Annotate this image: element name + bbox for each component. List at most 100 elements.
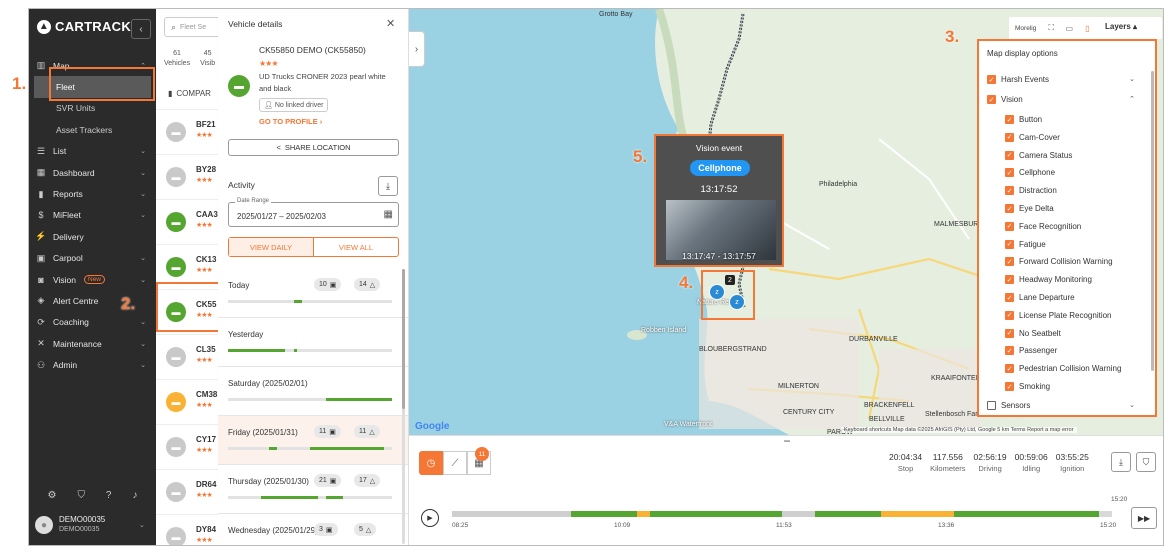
download-button[interactable]: ⤓ bbox=[378, 176, 398, 196]
sidebar-item-mifleet[interactable]: $ MiFleet ⌄ bbox=[29, 205, 156, 226]
day-row-yesterday[interactable]: Yesterday bbox=[218, 318, 408, 367]
layer-option[interactable]: Sensors bbox=[987, 401, 1030, 410]
layer-option[interactable]: ✓ Camera Status bbox=[1005, 150, 1072, 160]
layer-option[interactable]: ✓ Distraction bbox=[1005, 186, 1057, 196]
compare-button[interactable]: ▮ COMPAR bbox=[168, 89, 211, 98]
layer-option[interactable]: ✓ Cam-Cover bbox=[1005, 132, 1060, 142]
layer-option[interactable]: ✓ Button bbox=[1005, 115, 1042, 124]
checkbox[interactable]: ✓ bbox=[1005, 328, 1014, 338]
sidebar-item-coaching[interactable]: ⟳ Coaching ⌄ bbox=[29, 312, 156, 333]
checkbox[interactable]: ✓ bbox=[1005, 310, 1014, 320]
day-row-friday-2025-01-31[interactable]: Friday (2025/01/31) 11 ▣ 11 △ bbox=[218, 416, 408, 465]
sidebar-item-carpool[interactable]: ▣ Carpool ⌄ bbox=[29, 248, 156, 269]
layer-option[interactable]: ✓ Lane Departure bbox=[1005, 293, 1075, 302]
go-to-profile-link[interactable]: GO TO PROFILE › bbox=[259, 117, 322, 126]
sidebar-item-dashboard[interactable]: ▦ Dashboard ⌄ bbox=[29, 162, 156, 183]
sidebar-item-asset-trackers[interactable]: Asset Trackers bbox=[29, 119, 156, 140]
layer-option[interactable]: ✓ Smoking bbox=[1005, 382, 1050, 391]
sidebar-item-admin[interactable]: ⚇ Admin ⌄ bbox=[29, 354, 156, 375]
checkbox[interactable]: ✓ bbox=[1005, 293, 1014, 302]
day-row-saturday-2025-02-01[interactable]: Saturday (2025/02/01) bbox=[218, 367, 408, 416]
checkbox[interactable]: ✓ bbox=[1005, 132, 1014, 142]
checkbox[interactable]: ✓ bbox=[987, 95, 996, 104]
timeline-download-button[interactable]: ⤓ bbox=[1111, 452, 1131, 472]
sidebar-item-vision[interactable]: ◙ Vision New ⌄ bbox=[29, 269, 156, 290]
map-attribution[interactable]: Keyboard shortcuts Map data ©2025 AfriGI… bbox=[841, 427, 1077, 433]
settings-icon[interactable]: ⚙ bbox=[47, 490, 56, 501]
resize-handle[interactable]: ▬ bbox=[782, 438, 792, 444]
bell-icon[interactable]: ♪ bbox=[132, 490, 137, 501]
checkbox[interactable] bbox=[987, 401, 996, 410]
checkbox[interactable]: ✓ bbox=[1005, 257, 1014, 267]
sidebar-item-delivery[interactable]: ⚡ Delivery bbox=[29, 226, 156, 247]
play-button[interactable]: ▶ bbox=[421, 509, 439, 527]
layer-option[interactable]: ✓ Eye Delta bbox=[1005, 204, 1054, 213]
vehicle-row[interactable]: ▬ CAA3 ★★★ bbox=[156, 199, 221, 244]
driver-chip[interactable]: 👤︎ No linked driver bbox=[259, 98, 329, 112]
share-location-button[interactable]: < SHARE LOCATION bbox=[228, 139, 399, 156]
vehicle-row[interactable]: ▬ CM38 ★★★ bbox=[156, 379, 221, 424]
tab-view-all[interactable]: VIEW ALL bbox=[314, 238, 398, 256]
vehicle-row[interactable]: ▬ BY28 ★★★ bbox=[156, 154, 221, 199]
map-canvas[interactable]: › Grotto Bay Philadelphia MALMESBURY FARMS… bbox=[409, 9, 1163, 435]
checkbox[interactable]: ✓ bbox=[1005, 239, 1014, 249]
checkbox[interactable]: ✓ bbox=[1005, 221, 1014, 231]
sidebar-item-alert-centre[interactable]: ◈ Alert Centre bbox=[29, 290, 156, 311]
event-cluster-highlight[interactable]: z z 2 bbox=[701, 270, 755, 320]
layer-option[interactable]: ✓ Face Recognition bbox=[1005, 221, 1081, 231]
checkbox[interactable]: ✓ bbox=[987, 75, 996, 84]
vehicle-row[interactable]: ▬ CY17 ★★★ bbox=[156, 424, 221, 469]
sidebar-item-reports[interactable]: ▮ Reports ⌄ bbox=[29, 183, 156, 204]
checkbox[interactable]: ✓ bbox=[1005, 275, 1014, 285]
fullscreen-icon[interactable]: ⛶ bbox=[1042, 23, 1060, 33]
fast-forward-button[interactable]: ▶▶ bbox=[1131, 507, 1157, 529]
sidebar-item-list[interactable]: ☰ List ⌄ bbox=[29, 141, 156, 162]
layers-toggle[interactable]: Layers ▴ bbox=[1105, 22, 1137, 31]
checkbox[interactable]: ✓ bbox=[1005, 346, 1014, 356]
checkbox[interactable]: ✓ bbox=[1005, 364, 1014, 374]
checkbox[interactable]: ✓ bbox=[1005, 115, 1014, 124]
checkbox[interactable]: ✓ bbox=[1005, 382, 1014, 391]
window-icon[interactable]: ▭ bbox=[1060, 24, 1078, 33]
layer-option[interactable]: ✓ License Plate Recognition bbox=[1005, 310, 1112, 320]
timeline-track[interactable] bbox=[452, 511, 1112, 517]
sleep-event-icon[interactable]: z bbox=[729, 294, 745, 310]
collapse-sidebar-button[interactable]: ‹ bbox=[131, 19, 151, 39]
user-menu[interactable]: ● DEMO00035 DEMO00035 ⌄ bbox=[35, 515, 145, 535]
checkbox[interactable]: ✓ bbox=[1005, 150, 1014, 160]
chevron-icon[interactable]: ⌃ bbox=[1129, 95, 1135, 103]
shield-icon[interactable]: ⛉ bbox=[77, 490, 85, 501]
vehicle-row[interactable]: ▬ DY84 ★★★ bbox=[156, 514, 221, 545]
layer-option[interactable]: ✓ Cellphone bbox=[1005, 168, 1055, 178]
layer-option[interactable]: ✓ Forward Collision Warning bbox=[1005, 257, 1113, 267]
vision-event-popup[interactable]: Vision event Cellphone 13:17:52 13:17:47… bbox=[654, 134, 784, 267]
help-icon[interactable]: ? bbox=[106, 490, 112, 501]
day-row-thursday-2025-01-30[interactable]: Thursday (2025/01/30) 21 ▣ 17 △ bbox=[218, 465, 408, 514]
checkbox[interactable]: ✓ bbox=[1005, 168, 1014, 178]
scrollbar-thumb[interactable] bbox=[402, 269, 405, 409]
close-icon[interactable]: ✕ bbox=[386, 17, 395, 30]
day-row-today[interactable]: Today 10 ▣ 14 △ bbox=[218, 269, 408, 318]
layer-option[interactable]: ✓ Passenger bbox=[1005, 346, 1057, 356]
chevron-icon[interactable]: ⌄ bbox=[1129, 401, 1135, 409]
layer-option[interactable]: ✓ Harsh Events bbox=[987, 75, 1049, 84]
layer-option[interactable]: ✓ Fatigue bbox=[1005, 239, 1046, 249]
tab-view-daily[interactable]: VIEW DAILY bbox=[229, 238, 314, 256]
vehicle-row[interactable]: ▬ DR64 ★★★ bbox=[156, 469, 221, 514]
checkbox[interactable]: ✓ bbox=[1005, 204, 1014, 213]
map-type-toggle[interactable]: Morelig bbox=[1009, 25, 1042, 32]
expand-panel-button[interactable]: › bbox=[409, 31, 425, 67]
layer-option[interactable]: ✓ Pedestrian Collision Warning bbox=[1005, 364, 1121, 374]
date-range-field[interactable]: Date Range 2025/01/27 – 2025/02/03 ▦ bbox=[228, 198, 399, 227]
checkbox[interactable]: ✓ bbox=[1005, 186, 1014, 196]
chevron-icon[interactable]: ⌄ bbox=[1129, 75, 1135, 83]
layer-option[interactable]: ✓ Headway Monitoring bbox=[1005, 275, 1092, 285]
vehicle-row[interactable]: ▬ BF21 ★★★ bbox=[156, 109, 221, 154]
chart-mode-button[interactable]: ⟋ bbox=[443, 451, 467, 475]
fleet-search-input[interactable]: ⌕ Fleet Se bbox=[164, 17, 221, 37]
calendar-icon[interactable]: ▦ bbox=[384, 209, 393, 220]
layers-scrollbar[interactable] bbox=[1151, 71, 1154, 371]
sidebar-item-maintenance[interactable]: ✕ Maintenance ⌄ bbox=[29, 333, 156, 354]
mobile-view-icon[interactable]: ▯ bbox=[1078, 24, 1096, 33]
timeline-shield-button[interactable]: ⛉ bbox=[1136, 452, 1156, 472]
